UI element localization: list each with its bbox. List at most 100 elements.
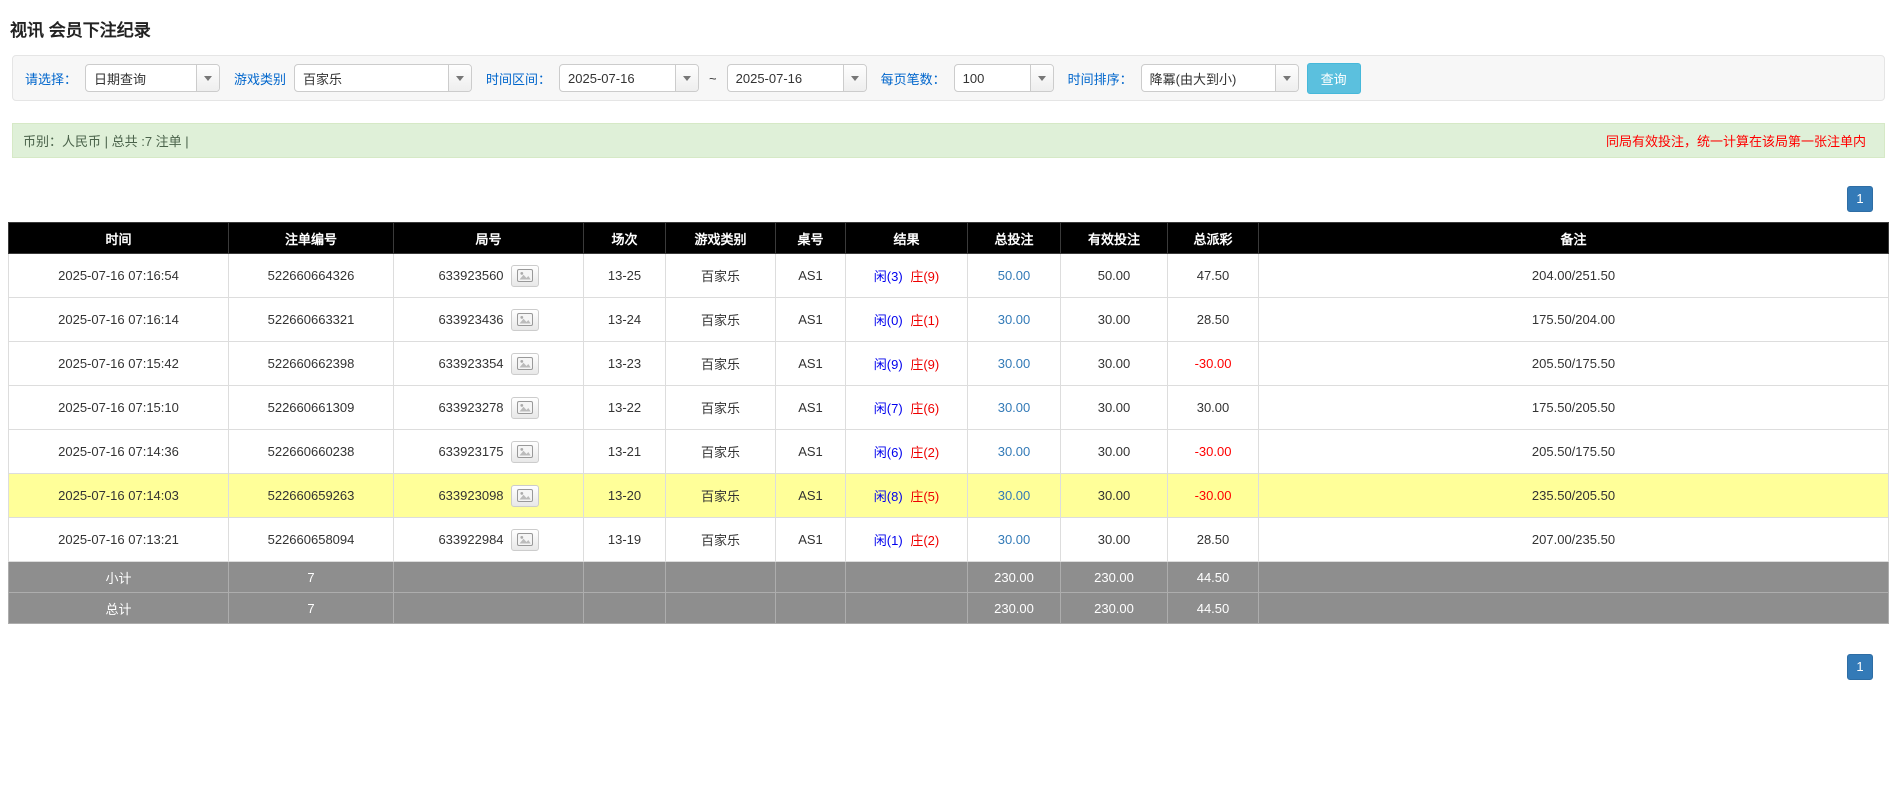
cell-payout: -30.00 (1168, 430, 1259, 474)
banker-result: 庄(6) (910, 401, 939, 416)
cell-bet-id: 522660663321 (229, 298, 394, 342)
header-time: 时间 (9, 223, 229, 254)
date-from-select[interactable]: 2025-07-16 (559, 64, 699, 92)
cell-round: 633923098 (394, 474, 584, 518)
cell-session: 13-25 (584, 254, 666, 298)
chevron-down-icon[interactable] (1275, 65, 1298, 91)
cell-payout: 30.00 (1168, 386, 1259, 430)
cell-table-no: AS1 (776, 254, 846, 298)
cell-session: 13-24 (584, 298, 666, 342)
page-size-select[interactable]: 100 (954, 64, 1054, 92)
cell-table-no: AS1 (776, 298, 846, 342)
cell-total-bet[interactable]: 30.00 (968, 474, 1061, 518)
view-round-detail-button[interactable] (511, 485, 539, 507)
cell-total-bet[interactable]: 30.00 (968, 518, 1061, 562)
round-id: 633923098 (438, 488, 503, 503)
search-button[interactable]: 查询 (1307, 63, 1361, 94)
cell-round: 633923175 (394, 430, 584, 474)
banker-result: 庄(1) (910, 313, 939, 328)
chevron-down-icon[interactable] (196, 65, 219, 91)
query-type-select[interactable]: 日期查询 (85, 64, 220, 92)
banker-result: 庄(2) (910, 533, 939, 548)
view-round-detail-button[interactable] (511, 441, 539, 463)
cell-valid-bet: 30.00 (1061, 474, 1168, 518)
game-type-label: 游戏类别 (234, 69, 286, 88)
page-1-button[interactable]: 1 (1847, 186, 1873, 212)
banker-result: 庄(2) (910, 445, 939, 460)
cards-icon (517, 357, 533, 370)
view-round-detail-button[interactable] (511, 265, 539, 287)
filter-bar: 请选择： 日期查询 游戏类别 百家乐 时间区间： 2025-07-16 ~ 20… (12, 55, 1885, 101)
chevron-down-icon[interactable] (1030, 65, 1053, 91)
cell-time: 2025-07-16 07:16:14 (9, 298, 229, 342)
chevron-down-icon[interactable] (448, 65, 471, 91)
summary-count: 7 (229, 593, 394, 624)
chevron-down-icon[interactable] (675, 65, 698, 91)
player-result: 闲(9) (874, 357, 903, 372)
chevron-down-icon[interactable] (843, 65, 866, 91)
cards-icon (517, 313, 533, 326)
game-type-select[interactable]: 百家乐 (294, 64, 472, 92)
view-round-detail-button[interactable] (511, 529, 539, 551)
cell-bet-id: 522660660238 (229, 430, 394, 474)
table-row: 2025-07-16 07:15:10 522660661309 6339232… (9, 386, 1889, 430)
cell-bet-id: 522660659263 (229, 474, 394, 518)
cell-game-type: 百家乐 (666, 474, 776, 518)
sort-label: 时间排序： (1068, 69, 1133, 88)
cell-round: 633923560 (394, 254, 584, 298)
header-round: 局号 (394, 223, 584, 254)
cards-icon (517, 269, 533, 282)
header-total-bet: 总投注 (968, 223, 1061, 254)
date-to-value: 2025-07-16 (728, 65, 843, 91)
round-id: 633923175 (438, 444, 503, 459)
cell-time: 2025-07-16 07:13:21 (9, 518, 229, 562)
summary-empty (1259, 562, 1889, 593)
summary-empty (776, 562, 846, 593)
cell-total-bet[interactable]: 30.00 (968, 430, 1061, 474)
cell-time: 2025-07-16 07:14:36 (9, 430, 229, 474)
cell-total-bet[interactable]: 30.00 (968, 298, 1061, 342)
sort-select[interactable]: 降冪(由大到小) (1141, 64, 1299, 92)
summary-empty (584, 562, 666, 593)
table-row: 2025-07-16 07:14:03 522660659263 6339230… (9, 474, 1889, 518)
cell-total-bet[interactable]: 30.00 (968, 386, 1061, 430)
header-valid-bet: 有效投注 (1061, 223, 1168, 254)
table-row: 2025-07-16 07:15:42 522660662398 6339233… (9, 342, 1889, 386)
table-header-row: 时间 注单编号 局号 场次 游戏类别 桌号 结果 总投注 有效投注 总派彩 备注 (9, 223, 1889, 254)
view-round-detail-button[interactable] (511, 353, 539, 375)
cell-session: 13-22 (584, 386, 666, 430)
table-row: 2025-07-16 07:16:14 522660663321 6339234… (9, 298, 1889, 342)
header-bet-id: 注单编号 (229, 223, 394, 254)
cell-remark: 205.50/175.50 (1259, 430, 1889, 474)
cell-bet-id: 522660664326 (229, 254, 394, 298)
page-size-label: 每页笔数： (881, 69, 946, 88)
view-round-detail-button[interactable] (511, 309, 539, 331)
cell-total-bet[interactable]: 30.00 (968, 342, 1061, 386)
info-bar: 币别：人民币 | 总共 :7 注单 | 同局有效投注，统一计算在该局第一张注单内 (12, 123, 1885, 158)
round-id: 633923436 (438, 312, 503, 327)
table-row: 2025-07-16 07:16:54 522660664326 6339235… (9, 254, 1889, 298)
cell-total-bet[interactable]: 50.00 (968, 254, 1061, 298)
time-range-label: 时间区间： (486, 69, 551, 88)
cell-remark: 235.50/205.50 (1259, 474, 1889, 518)
banker-result: 庄(9) (910, 357, 939, 372)
cell-table-no: AS1 (776, 386, 846, 430)
cell-valid-bet: 30.00 (1061, 342, 1168, 386)
date-to-select[interactable]: 2025-07-16 (727, 64, 867, 92)
banker-result: 庄(9) (910, 269, 939, 284)
cell-result: 闲(3) 庄(9) (846, 254, 968, 298)
round-id: 633923354 (438, 356, 503, 371)
page-1-button[interactable]: 1 (1847, 654, 1873, 680)
game-type-value: 百家乐 (295, 65, 448, 91)
cell-payout: 47.50 (1168, 254, 1259, 298)
view-round-detail-button[interactable] (511, 397, 539, 419)
summary-total-bet: 230.00 (968, 562, 1061, 593)
cell-session: 13-23 (584, 342, 666, 386)
cell-time: 2025-07-16 07:15:10 (9, 386, 229, 430)
cards-icon (517, 445, 533, 458)
summary-empty (666, 562, 776, 593)
cell-result: 闲(0) 庄(1) (846, 298, 968, 342)
cell-table-no: AS1 (776, 474, 846, 518)
header-payout: 总派彩 (1168, 223, 1259, 254)
summary-valid-bet: 230.00 (1061, 562, 1168, 593)
